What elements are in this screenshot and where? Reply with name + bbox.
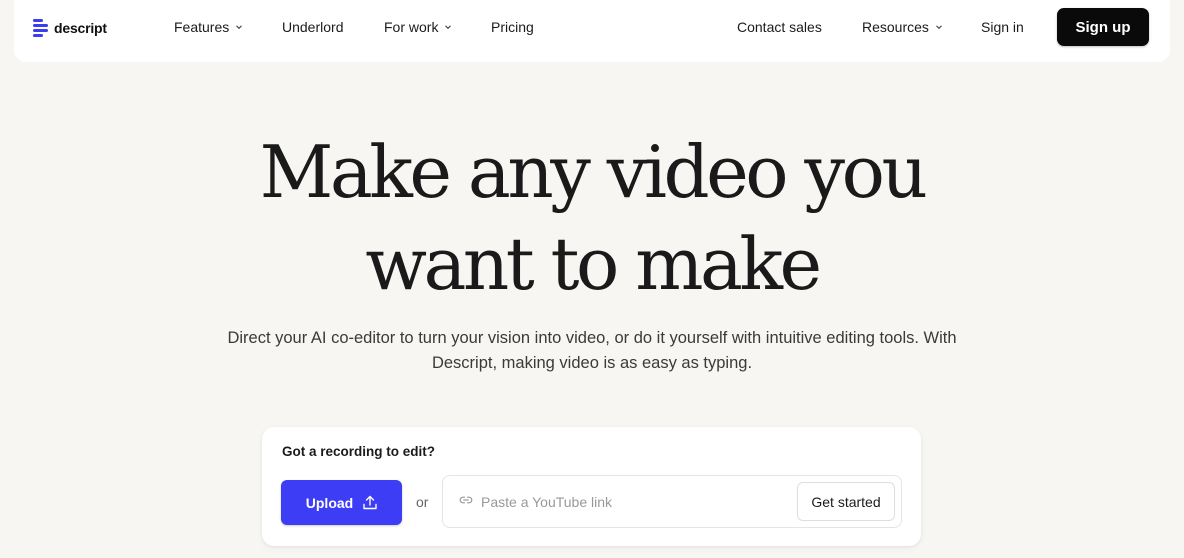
nav-pricing[interactable]: Pricing	[491, 18, 534, 36]
get-started-button[interactable]: Get started	[797, 482, 895, 521]
nav-sign-in[interactable]: Sign in	[981, 18, 1024, 36]
nav-underlord[interactable]: Underlord	[282, 18, 343, 36]
hero-headline: Make any video you want to make	[0, 126, 1184, 310]
nav-for-work-label: For work	[384, 19, 439, 35]
hero-subheading-line-2: Descript, making video is as easy as typ…	[431, 354, 753, 372]
hero-subheading-line-1: Direct your AI co-editor to turn your vi…	[227, 329, 957, 347]
hero-subheading: Direct your AI co-editor to turn your vi…	[192, 326, 992, 376]
nav-contact-sales-label: Contact sales	[737, 19, 822, 35]
nav-pricing-label: Pricing	[491, 19, 534, 35]
nav-for-work[interactable]: For work	[384, 18, 452, 36]
upload-button[interactable]: Upload	[281, 480, 402, 525]
hero-headline-line-1: Make any video you	[259, 130, 928, 214]
hero-headline-line-2: want to make	[365, 222, 822, 306]
nav-resources-label: Resources	[862, 19, 929, 35]
youtube-link-field: Get started	[442, 475, 902, 528]
nav-contact-sales[interactable]: Contact sales	[737, 18, 822, 36]
nav-features[interactable]: Features	[174, 18, 243, 36]
chevron-down-icon	[445, 25, 452, 30]
upload-card: Got a recording to edit? Upload or Get s…	[262, 427, 921, 546]
upload-card-title: Got a recording to edit?	[282, 444, 436, 459]
nav-sign-in-label: Sign in	[981, 19, 1024, 35]
brand-name: descript	[54, 20, 107, 36]
nav-resources[interactable]: Resources	[862, 18, 943, 36]
upload-icon	[363, 495, 377, 510]
chevron-down-icon	[936, 25, 942, 30]
chevron-down-icon	[236, 25, 243, 30]
link-icon	[459, 496, 473, 504]
top-nav: descript Features Underlord For work Pri…	[14, 0, 1170, 62]
descript-logo[interactable]: descript	[33, 18, 107, 38]
descript-logo-icon	[33, 19, 49, 37]
sign-up-button[interactable]: Sign up	[1057, 8, 1149, 46]
nav-features-label: Features	[174, 19, 230, 35]
upload-button-label: Upload	[305, 494, 354, 511]
or-separator: or	[416, 494, 429, 510]
youtube-link-input[interactable]	[479, 490, 783, 514]
nav-underlord-label: Underlord	[282, 19, 344, 35]
